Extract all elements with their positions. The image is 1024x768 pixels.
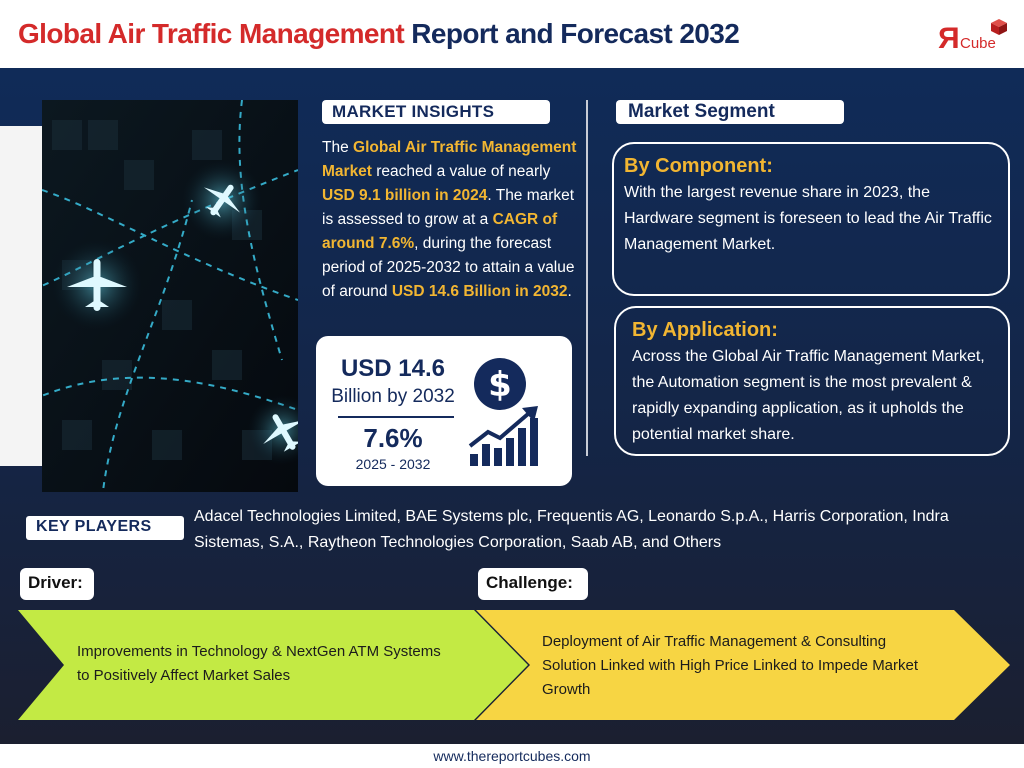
segment-component-text: With the largest revenue share in 2023, … <box>624 184 992 253</box>
stat-value: USD 14.6 <box>340 355 446 382</box>
market-insights-label: MARKET INSIGHTS <box>322 100 550 124</box>
driver-label: Driver: <box>20 568 94 600</box>
challenge-text: Deployment of Air Traffic Management & C… <box>542 633 919 698</box>
insight-text-1: The <box>322 139 354 156</box>
page-title: Global Air Traffic Management Report and… <box>18 18 740 50</box>
insight-text-2: reached a value of nearly <box>371 163 551 180</box>
logo-text: Cube <box>960 35 996 52</box>
market-insights-text: The Global Air Traffic Management Market… <box>322 136 584 304</box>
key-players-text: Adacel Technologies Limited, BAE Systems… <box>194 508 949 551</box>
key-players-label: KEY PLAYERS <box>26 516 184 540</box>
growth-chart-icon: $ <box>468 358 538 466</box>
insight-text-5: . <box>567 283 572 300</box>
challenge-label: Challenge: <box>478 568 588 600</box>
segment-component-card: By Component: With the largest revenue s… <box>612 142 1010 296</box>
segment-application-text: Across the Global Air Traffic Management… <box>632 348 985 443</box>
report-cube-logo[interactable]: R Cube <box>938 14 1014 55</box>
driver-text: Improvements in Technology & NextGen ATM… <box>77 643 441 684</box>
title-highlight: Global Air Traffic Management <box>18 18 405 49</box>
insight-highlight-value-2032: USD 14.6 Billion in 2032 <box>391 283 568 300</box>
title-rest: Report and Forecast 2032 <box>411 18 740 49</box>
stat-card: USD 14.6 Billion by 2032 7.6% 2025 - 203… <box>316 336 572 486</box>
cube-icon <box>991 19 1007 35</box>
segment-component-heading: By Component: <box>624 155 773 177</box>
stat-divider <box>338 416 454 418</box>
header: Global Air Traffic Management Report and… <box>0 0 1024 68</box>
stat-cagr: 7.6% <box>363 423 423 453</box>
market-segment-label: Market Segment <box>616 100 844 124</box>
segment-application-card: By Application: Across the Global Air Tr… <box>614 306 1010 456</box>
decorative-strip <box>0 126 42 466</box>
dollar-icon: $ <box>474 358 526 410</box>
stat-value-caption: Billion by 2032 <box>331 386 455 407</box>
website-link[interactable]: www.thereportcubes.com <box>0 744 1024 768</box>
insight-highlight-value-2024: USD 9.1 billion in 2024 <box>322 187 488 204</box>
air-traffic-image <box>42 100 298 492</box>
logo-letter: R <box>938 22 960 55</box>
section-divider <box>586 100 588 456</box>
air-traffic-illustration <box>42 100 298 492</box>
svg-text:$: $ <box>488 365 512 405</box>
stat-period: 2025 - 2032 <box>355 456 431 472</box>
segment-application-heading: By Application: <box>632 319 778 341</box>
